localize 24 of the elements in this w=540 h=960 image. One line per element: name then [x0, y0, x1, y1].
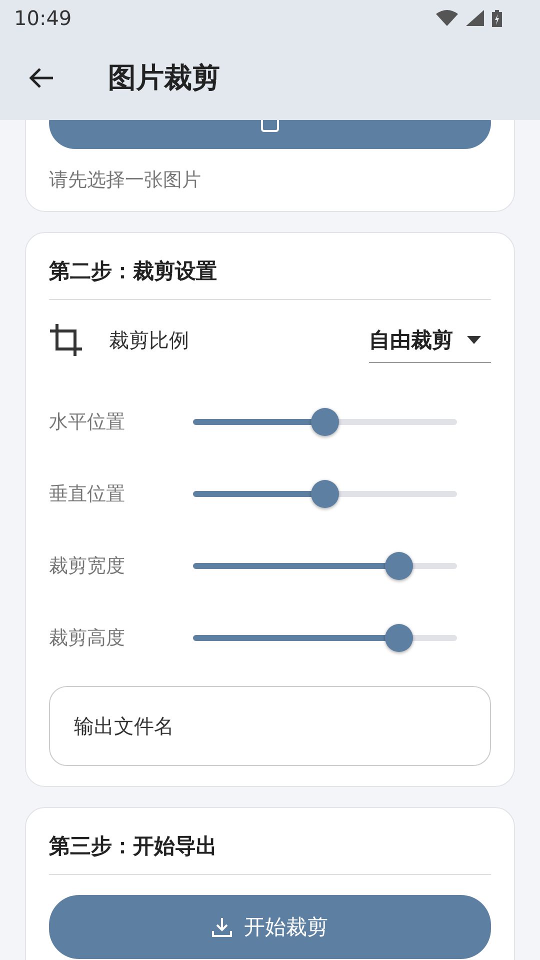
ratio-dropdown[interactable]: 自由裁剪	[369, 318, 491, 362]
slider-thumb[interactable]	[311, 408, 339, 436]
page-title: 图片裁剪	[108, 60, 220, 96]
caret-icon	[467, 336, 481, 344]
back-arrow-icon	[28, 67, 54, 89]
section-title: 第三步：开始导出	[49, 808, 491, 875]
slider-thumb[interactable]	[384, 552, 413, 580]
wifi-icon	[436, 10, 458, 26]
signal-icon	[466, 10, 484, 26]
battery-icon	[492, 10, 502, 26]
slider-label: 垂直位置	[49, 482, 126, 507]
slider-thumb[interactable]	[384, 624, 413, 652]
hint-text: 请先选择一张图片	[49, 168, 202, 193]
start-crop-button[interactable]: 开始裁剪	[49, 895, 491, 959]
slider-label: 水平位置	[49, 410, 126, 435]
status-time: 10:49	[14, 6, 72, 30]
ratio-label: 裁剪比例	[109, 326, 190, 354]
filename-field[interactable]: 输出文件名	[49, 686, 491, 766]
slider-thumb[interactable]	[311, 480, 339, 508]
crop-icon	[49, 323, 83, 357]
slider-label: 裁剪高度	[49, 626, 126, 651]
slider-label: 裁剪宽度	[49, 554, 126, 579]
download-icon	[212, 917, 232, 937]
section-title: 第二步：裁剪设置	[49, 233, 491, 300]
